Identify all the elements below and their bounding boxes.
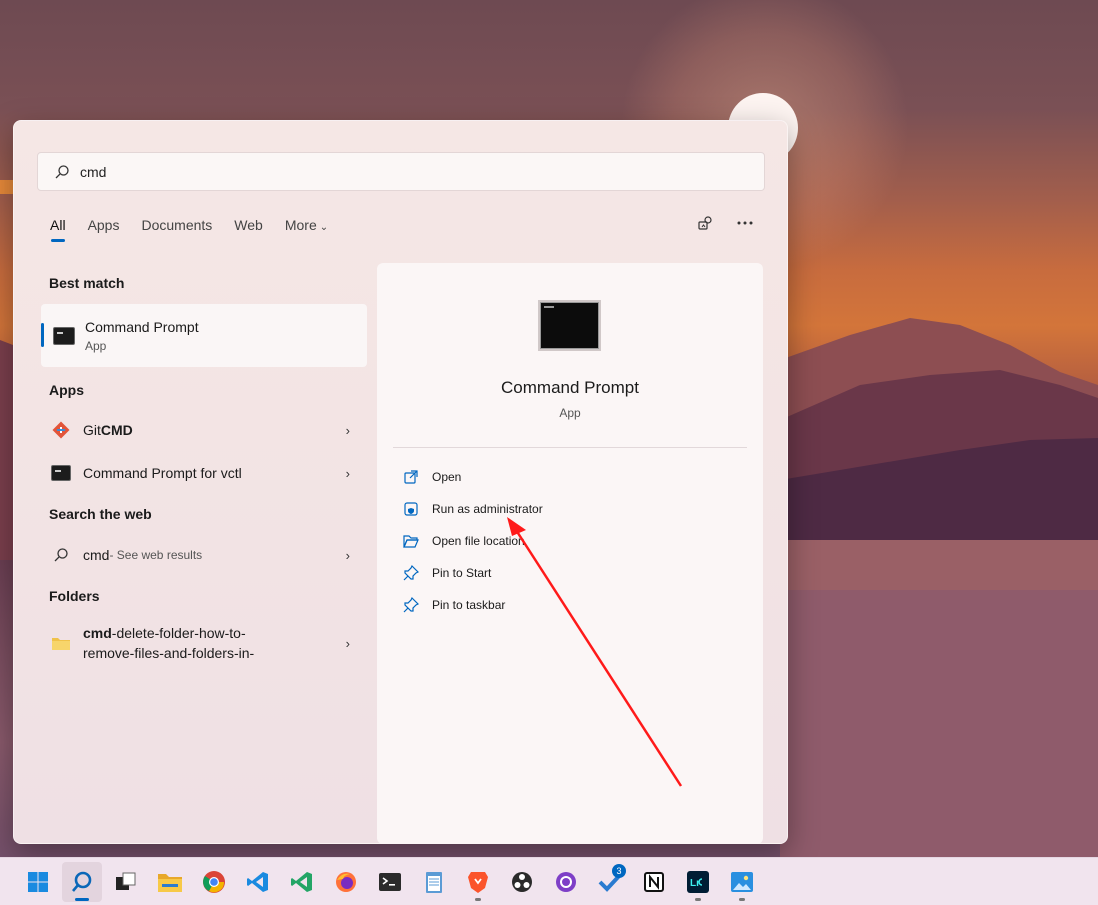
divider <box>393 447 747 448</box>
share-people-icon[interactable] <box>697 215 715 231</box>
best-match-heading: Best match <box>49 275 125 291</box>
cmd-icon <box>53 326 75 345</box>
brave-icon[interactable] <box>458 862 498 902</box>
folder-name-rest: -delete-folder-how-to- <box>111 625 246 641</box>
file-explorer-icon[interactable] <box>150 862 190 902</box>
git-icon <box>50 420 72 440</box>
start-search-panel: All Apps Documents Web More⌄ Best match … <box>13 120 788 844</box>
terminal-icon[interactable] <box>370 862 410 902</box>
folder-name-match: cmd <box>83 625 112 641</box>
search-box[interactable] <box>37 152 765 191</box>
web-suffix: - See web results <box>109 548 203 562</box>
task-view-icon[interactable] <box>106 862 146 902</box>
tab-web[interactable]: Web <box>234 217 263 239</box>
tab-documents[interactable]: Documents <box>141 217 212 239</box>
chevron-right-icon: › <box>345 465 350 481</box>
action-pin-to-start-label: Pin to Start <box>432 566 492 580</box>
folder-icon <box>50 635 72 651</box>
running-indicator <box>475 897 481 901</box>
app-result-git-cmd[interactable]: Git CMD › <box>50 412 350 448</box>
folders-heading: Folders <box>49 588 100 604</box>
chevron-right-icon: › <box>345 636 350 651</box>
chrome-icon[interactable] <box>194 862 234 902</box>
pin-icon <box>403 565 419 581</box>
action-pin-to-taskbar[interactable]: Pin to taskbar <box>403 594 505 616</box>
open-external-icon <box>404 470 418 484</box>
search-web-heading: Search the web <box>49 506 152 522</box>
todo-icon[interactable]: 3 <box>590 862 630 902</box>
visual-studio-icon[interactable] <box>282 862 322 902</box>
github-desktop-icon[interactable] <box>546 862 586 902</box>
action-pin-to-start[interactable]: Pin to Start <box>403 562 491 584</box>
chevron-down-icon: ⌄ <box>319 222 329 233</box>
detail-title: Command Prompt <box>501 378 639 397</box>
firefox-icon[interactable] <box>326 862 366 902</box>
tab-more[interactable]: More ⌄ <box>285 217 328 239</box>
filter-tabs: All Apps Documents Web More ⌄ <box>50 217 350 242</box>
tab-all[interactable]: All <box>50 217 66 242</box>
action-open-file-location-label: Open file location <box>432 534 525 548</box>
best-match-item[interactable]: Command Prompt App <box>41 304 367 367</box>
chevron-right-icon: › <box>345 547 350 563</box>
chevron-right-icon: › <box>345 422 350 438</box>
tab-more-label: More <box>284 217 317 233</box>
running-indicator <box>739 897 745 901</box>
action-open-label: Open <box>432 470 462 484</box>
action-run-as-admin[interactable]: Run as administrator <box>403 498 543 520</box>
more-options-icon[interactable] <box>737 221 753 225</box>
detail-subtitle: App <box>559 406 581 420</box>
taskbar: 3 Lr <box>0 857 1098 905</box>
web-query: cmd <box>83 547 110 563</box>
lightroom-icon[interactable]: Lr <box>678 862 718 902</box>
action-run-as-admin-label: Run as administrator <box>432 502 543 516</box>
folder-open-icon <box>403 535 419 548</box>
pin-icon <box>403 597 419 613</box>
active-indicator <box>75 897 89 901</box>
web-result[interactable]: cmd - See web results › <box>50 537 350 573</box>
action-open[interactable]: Open <box>403 466 461 488</box>
detail-pane: Command Prompt App Open Run as administr… <box>377 263 763 844</box>
windows-start-icon[interactable] <box>18 862 58 902</box>
best-match-title: Command Prompt <box>85 318 199 335</box>
search-icon[interactable] <box>62 861 102 902</box>
cmd-vctl-label: Command Prompt for vctl <box>83 465 242 481</box>
action-open-file-location[interactable]: Open file location <box>403 530 525 552</box>
photos-icon[interactable] <box>722 862 762 902</box>
git-cmd-label-prefix: Git <box>83 422 101 438</box>
folder-name-line2: remove-files-and-folders-in- <box>83 645 255 661</box>
obs-icon[interactable] <box>502 862 542 902</box>
apps-heading: Apps <box>49 382 84 398</box>
search-input[interactable] <box>80 163 680 180</box>
search-icon <box>55 164 69 178</box>
notepad-icon[interactable] <box>414 862 454 902</box>
vscode-icon[interactable] <box>238 862 278 902</box>
shield-icon <box>404 502 418 516</box>
running-indicator <box>695 897 701 901</box>
tab-apps[interactable]: Apps <box>88 217 120 239</box>
action-pin-to-taskbar-label: Pin to taskbar <box>432 598 506 612</box>
notion-icon[interactable] <box>634 862 674 902</box>
app-result-cmd-vctl[interactable]: Command Prompt for vctl › <box>50 455 350 491</box>
git-cmd-label-match: CMD <box>100 422 133 438</box>
folder-result[interactable]: cmd-delete-folder-how-to- remove-files-a… <box>50 623 350 667</box>
cmd-icon <box>51 465 71 481</box>
best-match-subtitle: App <box>85 338 107 353</box>
notification-badge: 3 <box>612 863 626 878</box>
search-icon <box>50 547 72 563</box>
cmd-large-icon <box>538 300 601 351</box>
